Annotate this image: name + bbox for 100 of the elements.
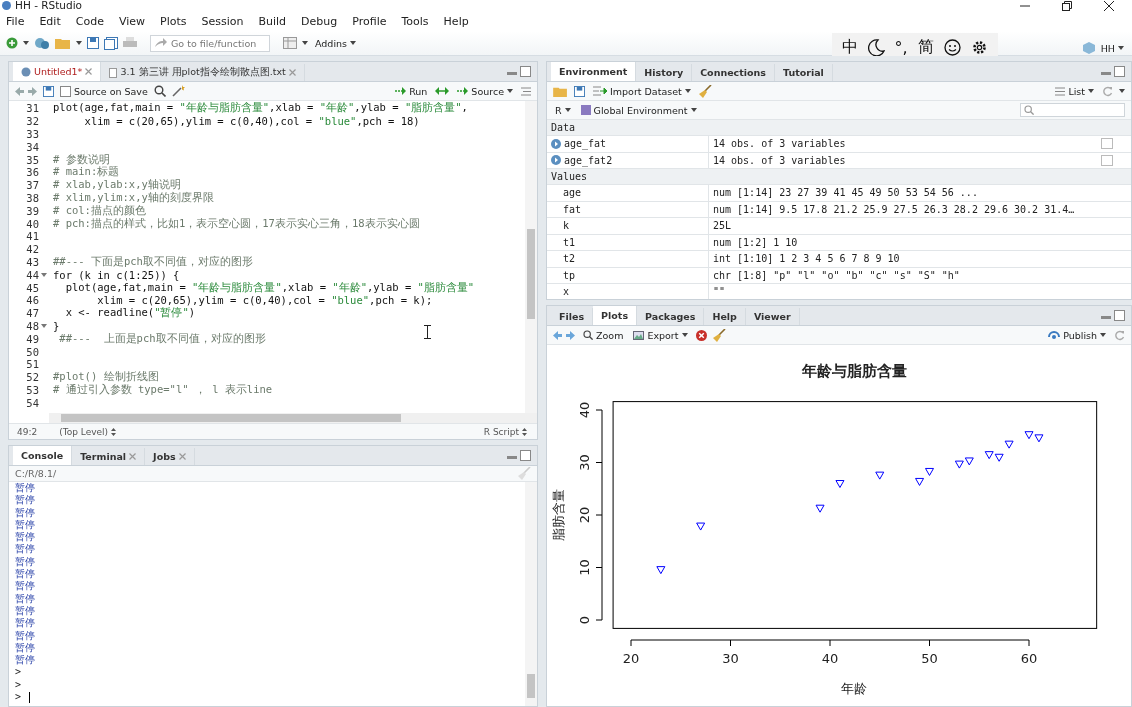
- fold-icon[interactable]: [41, 272, 47, 277]
- save-icon[interactable]: [87, 37, 99, 49]
- import-dataset-button[interactable]: Import Dataset: [591, 85, 693, 97]
- menu-item[interactable]: Debug: [301, 14, 338, 28]
- plots-tab[interactable]: Packages: [637, 308, 705, 325]
- zoom-button[interactable]: Zoom: [581, 329, 626, 341]
- grid-icon[interactable]: [283, 37, 297, 49]
- new-file-icon[interactable]: [6, 37, 18, 49]
- plots-tab[interactable]: Help: [704, 308, 746, 325]
- save-icon[interactable]: [574, 85, 585, 97]
- editor-tab[interactable]: 3.1 第三讲 用plot指令绘制散点图.txt: [101, 64, 305, 81]
- search-field[interactable]: [1020, 103, 1125, 117]
- ime-toggle[interactable]: °,: [894, 37, 908, 57]
- save-icon[interactable]: [43, 85, 54, 97]
- caret-icon[interactable]: [23, 41, 29, 45]
- broom-icon[interactable]: [712, 328, 726, 342]
- menu-item[interactable]: Code: [75, 14, 104, 28]
- plots-tab[interactable]: Viewer: [745, 308, 800, 325]
- back-forward-icon[interactable]: [15, 86, 37, 96]
- back-forward-icon[interactable]: [553, 330, 575, 340]
- variable-name: age: [562, 187, 582, 199]
- caret-icon[interactable]: [350, 41, 356, 45]
- source-button[interactable]: Source: [455, 85, 515, 97]
- pane-controls-icon[interactable]: [507, 450, 531, 461]
- moon-icon[interactable]: [867, 38, 885, 56]
- ime-toggle[interactable]: 简: [917, 36, 934, 58]
- magic-wand-icon[interactable]: [171, 85, 185, 97]
- axis-tick-label: 40: [821, 651, 839, 666]
- refresh-icon[interactable]: [1102, 85, 1113, 97]
- delete-icon[interactable]: [695, 329, 707, 341]
- console-tab[interactable]: Jobs: [145, 448, 195, 465]
- app-logo-icon: [2, 1, 11, 10]
- caret-icon[interactable]: [681, 333, 688, 337]
- environment-tab[interactable]: Connections: [692, 64, 775, 81]
- scope-selector[interactable]: (Top Level): [57, 426, 119, 437]
- code-line: # xlab,ylab:x,y轴说明: [52, 178, 181, 192]
- environment-tab[interactable]: Environment: [551, 62, 637, 81]
- scrollbar[interactable]: [49, 413, 537, 423]
- menu-item[interactable]: Tools: [401, 14, 429, 28]
- restore-icon[interactable]: [1062, 0, 1072, 11]
- file-type-selector[interactable]: R Script: [481, 426, 529, 437]
- settings-icon[interactable]: [970, 38, 988, 56]
- rerun-icon[interactable]: [435, 87, 450, 95]
- caret-icon[interactable]: [1118, 46, 1124, 50]
- ime-toggle[interactable]: 中: [841, 36, 858, 58]
- broom-icon[interactable]: [698, 84, 712, 98]
- project-menu[interactable]: HH: [1098, 42, 1126, 54]
- console-prompt: >: [15, 678, 22, 692]
- variable-name: x: [562, 286, 570, 298]
- environment-tab[interactable]: Tutorial: [775, 64, 833, 81]
- view-mode-menu[interactable]: List: [1053, 85, 1096, 97]
- caret-icon[interactable]: [76, 41, 82, 45]
- outline-icon[interactable]: [521, 86, 531, 96]
- source-on-save-checkbox[interactable]: Source on Save: [60, 85, 148, 97]
- save-all-icon[interactable]: [104, 36, 118, 50]
- code-line: plot(age,fat,main = "年龄与脂肪含量",xlab = "年龄",ylab = "脂肪含量",: [52, 101, 468, 116]
- caret-icon[interactable]: [507, 89, 513, 93]
- addins-menu[interactable]: Addins: [313, 37, 358, 49]
- environment-tab[interactable]: History: [636, 64, 693, 81]
- smile-icon[interactable]: [943, 38, 961, 56]
- line-number: 39: [25, 204, 39, 217]
- caret-icon[interactable]: [1100, 333, 1106, 337]
- variable-value: chr [1:8] "p" "l" "o" "b" "c" "s" "S" "h": [713, 269, 960, 281]
- environment-menu[interactable]: Global Environment: [578, 104, 699, 116]
- publish-menu[interactable]: Publish: [1046, 329, 1108, 341]
- expand-icon[interactable]: [551, 155, 561, 166]
- language-menu[interactable]: R: [553, 104, 573, 116]
- console-tab[interactable]: Console: [13, 446, 73, 465]
- menu-item[interactable]: File: [6, 14, 25, 28]
- menu-item[interactable]: View: [118, 14, 145, 28]
- search-icon[interactable]: [153, 85, 166, 97]
- fold-icon[interactable]: [41, 323, 47, 328]
- menu-item[interactable]: Edit: [39, 14, 61, 28]
- console-tab[interactable]: Terminal: [72, 448, 146, 465]
- run-button[interactable]: Run: [393, 85, 430, 97]
- pane-controls-icon[interactable]: [1101, 310, 1125, 321]
- caret-icon[interactable]: [684, 89, 691, 93]
- menu-item[interactable]: Help: [443, 14, 469, 28]
- menu-item[interactable]: Session: [201, 14, 244, 28]
- caret-icon[interactable]: [690, 108, 697, 112]
- scrollbar[interactable]: [525, 482, 537, 706]
- pane-controls-icon[interactable]: [1101, 66, 1125, 77]
- caret-icon[interactable]: [302, 41, 308, 45]
- editor-tab[interactable]: Untitled1*: [13, 62, 102, 81]
- project-icon[interactable]: [34, 36, 50, 50]
- caret-icon[interactable]: [1088, 89, 1094, 93]
- scrollbar[interactable]: [525, 101, 537, 413]
- go-to-file-field[interactable]: Go to file/function: [150, 34, 270, 52]
- caret-icon[interactable]: [1119, 89, 1125, 93]
- menu-item[interactable]: Plots: [160, 14, 187, 28]
- menu-item[interactable]: Build: [258, 14, 287, 28]
- refresh-icon[interactable]: [1114, 329, 1125, 341]
- caret-icon[interactable]: [564, 108, 571, 112]
- pane-controls-icon[interactable]: [507, 66, 531, 77]
- export-menu[interactable]: Export: [631, 329, 690, 341]
- plots-tab[interactable]: Plots: [593, 306, 638, 325]
- expand-icon[interactable]: [551, 138, 561, 149]
- code-line: x <- readline("暂停"): [64, 306, 196, 321]
- close-icon[interactable]: [1104, 0, 1114, 11]
- menu-item[interactable]: Profile: [352, 14, 387, 28]
